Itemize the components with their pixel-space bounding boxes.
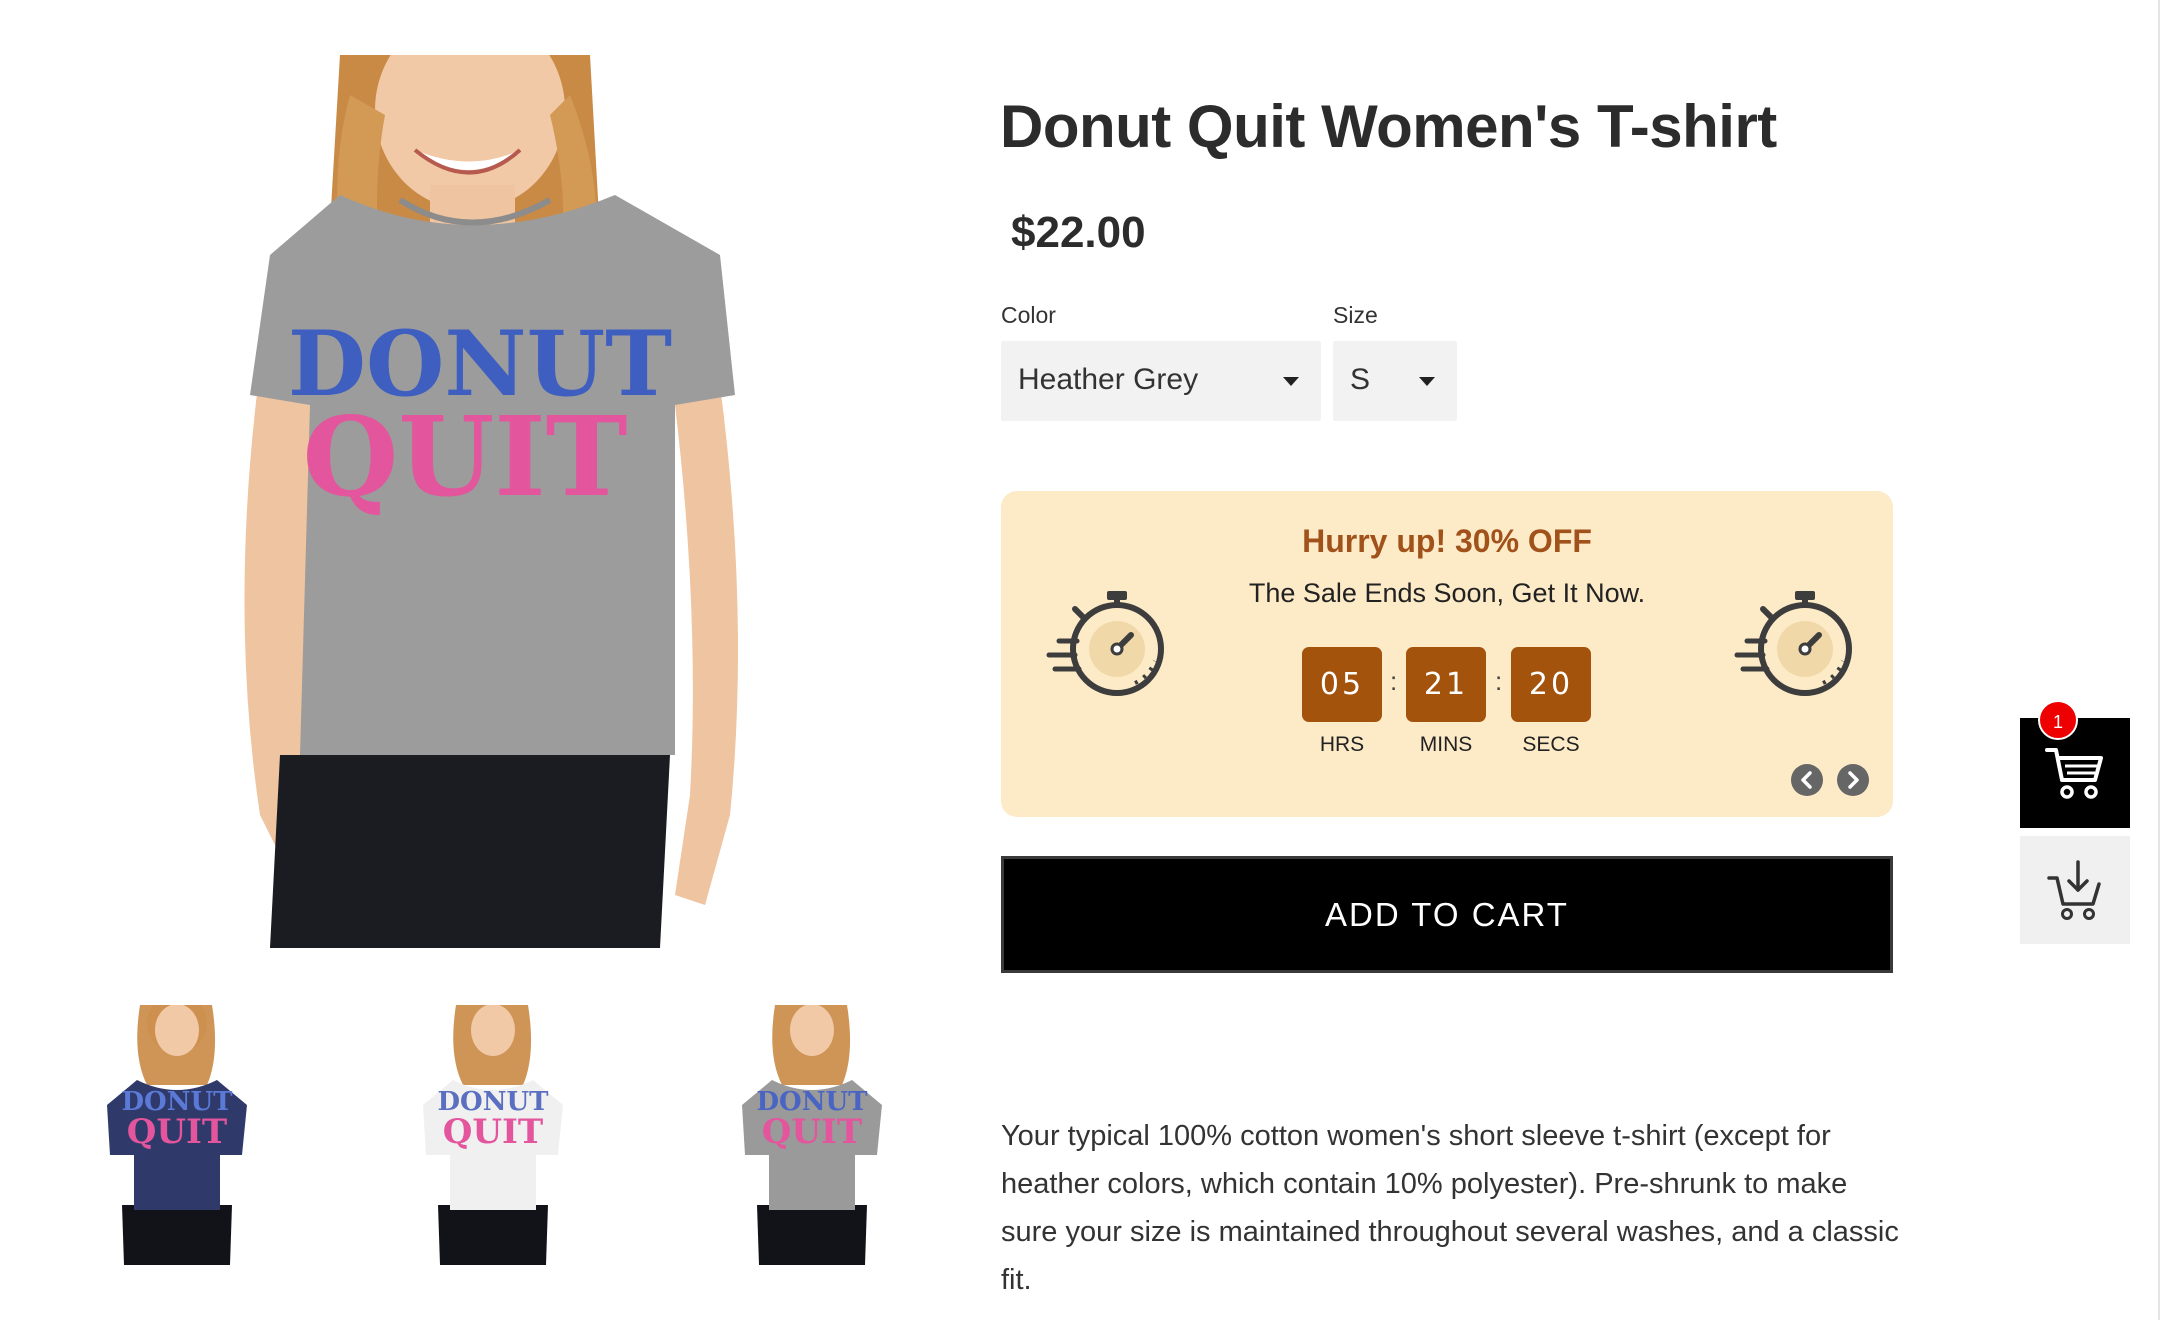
countdown-separator: : [1390, 666, 1398, 696]
countdown-hours-label: HRS [1319, 733, 1365, 756]
sale-headline: Hurry up! 30% OFF [1302, 523, 1592, 559]
color-label: Color [1001, 302, 1056, 328]
size-label: Size [1333, 302, 1378, 328]
svg-text:QUIT: QUIT [127, 1112, 227, 1152]
color-select[interactable]: Heather Grey [1001, 341, 1321, 421]
countdown-seconds: 20 [1511, 647, 1591, 722]
product-title: Donut Quit Women's T-shirt [1000, 93, 1777, 160]
color-select-value: Heather Grey [1018, 363, 1199, 396]
chevron-right-icon[interactable] [1837, 764, 1869, 796]
countdown-hours: 05 [1302, 647, 1382, 722]
product-price: $22.00 [1011, 208, 1146, 257]
countdown-minutes-label: MINS [1419, 733, 1473, 756]
size-select-value: S [1350, 363, 1371, 396]
countdown-separator: : [1495, 666, 1503, 696]
stopwatch-icon [1733, 583, 1857, 707]
countdown-seconds-label: SECS [1522, 733, 1580, 756]
quick-add-cart-button[interactable] [2020, 836, 2130, 944]
shopping-cart-icon [2045, 748, 2103, 799]
sale-countdown-banner: Hurry up! 30% OFF The Sale Ends Soon, Ge… [1001, 491, 1893, 817]
thumbnail-navy[interactable]: DONUT QUIT [102, 993, 252, 1265]
svg-text:QUIT: QUIT [443, 1112, 543, 1152]
countdown-minutes: 21 [1406, 647, 1486, 722]
floating-cart-button[interactable] [2020, 718, 2130, 828]
thumbnail-heather-grey[interactable]: DONUT QUIT [737, 1004, 887, 1265]
stopwatch-icon [1045, 583, 1169, 707]
shirt-graphic-quit: QUIT [302, 392, 627, 521]
cart-download-icon [2047, 860, 2101, 920]
size-select[interactable]: S [1333, 341, 1457, 421]
caret-down-icon [1419, 377, 1435, 386]
caret-down-icon [1283, 377, 1299, 386]
add-to-cart-button[interactable]: ADD TO CART [1001, 856, 1893, 973]
chevron-left-icon[interactable] [1791, 764, 1823, 796]
main-product-image[interactable]: DONUT QUIT [220, 10, 780, 948]
svg-text:QUIT: QUIT [762, 1112, 862, 1152]
product-description: Your typical 100% cotton women's short s… [1001, 1120, 1899, 1296]
cart-count-badge: 1 [2038, 700, 2078, 740]
thumbnail-white[interactable]: DONUT QUIT [418, 1004, 568, 1265]
